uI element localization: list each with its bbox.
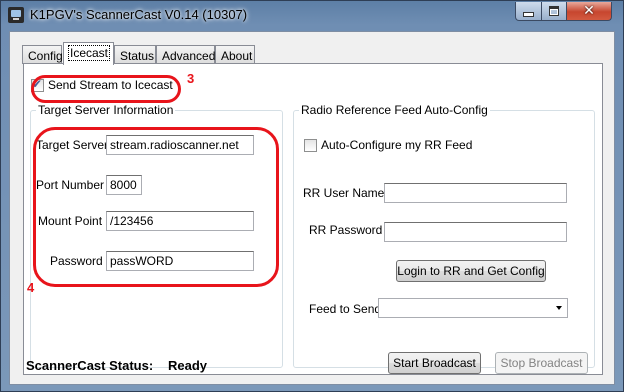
annotation-box-3 <box>31 75 181 103</box>
rr-password-input[interactable] <box>384 222 567 242</box>
tab-icecast[interactable]: Icecast <box>63 42 114 65</box>
close-button[interactable]: ✕ <box>566 2 612 21</box>
login-rr-button[interactable]: Login to RR and Get Config <box>396 260 546 282</box>
feed-to-send-label: Feed to Send <box>309 302 382 316</box>
rr-username-input[interactable] <box>384 183 567 203</box>
annotation-number-4: 4 <box>27 280 35 295</box>
tab-label: Status <box>120 49 155 63</box>
scanner-app-icon <box>8 7 24 23</box>
minimize-icon <box>523 11 534 17</box>
start-broadcast-button[interactable]: Start Broadcast <box>388 352 481 374</box>
window-title: K1PGV's ScannerCast V0.14 (10307) <box>30 7 248 22</box>
feed-to-send-select[interactable] <box>378 298 568 318</box>
rr-password-label: RR Password <box>309 223 383 237</box>
tab-status[interactable]: Status <box>114 45 156 64</box>
maximize-icon <box>549 6 559 16</box>
tab-config[interactable]: Config <box>22 45 63 64</box>
title-bar[interactable]: K1PGV's ScannerCast V0.14 (10307) ✕ <box>1 1 623 29</box>
tab-advanced[interactable]: Advanced <box>156 45 215 64</box>
maximize-button[interactable] <box>541 2 567 21</box>
rr-username-label: RR User Name <box>303 186 385 200</box>
status-value: Ready <box>168 358 208 373</box>
close-icon: ✕ <box>583 3 595 19</box>
annotation-box-4 <box>33 127 279 287</box>
chevron-down-icon <box>556 306 562 310</box>
group-title: Radio Reference Feed Auto-Config <box>299 103 490 117</box>
tab-about[interactable]: About <box>215 45 255 64</box>
auto-config-checkbox[interactable] <box>304 139 317 152</box>
status-label: ScannerCast Status: <box>26 358 154 373</box>
stop-broadcast-button[interactable]: Stop Broadcast <box>495 352 588 374</box>
group-title: Target Server Information <box>36 103 176 117</box>
tab-label: About <box>221 49 253 63</box>
tab-label: Config <box>28 49 63 63</box>
app-window: K1PGV's ScannerCast V0.14 (10307) ✕ Conf… <box>0 0 624 392</box>
tab-label: Advanced <box>162 49 216 63</box>
annotation-number-3: 3 <box>187 71 195 86</box>
minimize-button[interactable] <box>515 2 542 21</box>
auto-config-label: Auto-Configure my RR Feed <box>321 138 473 152</box>
tab-label: Icecast <box>67 45 111 61</box>
